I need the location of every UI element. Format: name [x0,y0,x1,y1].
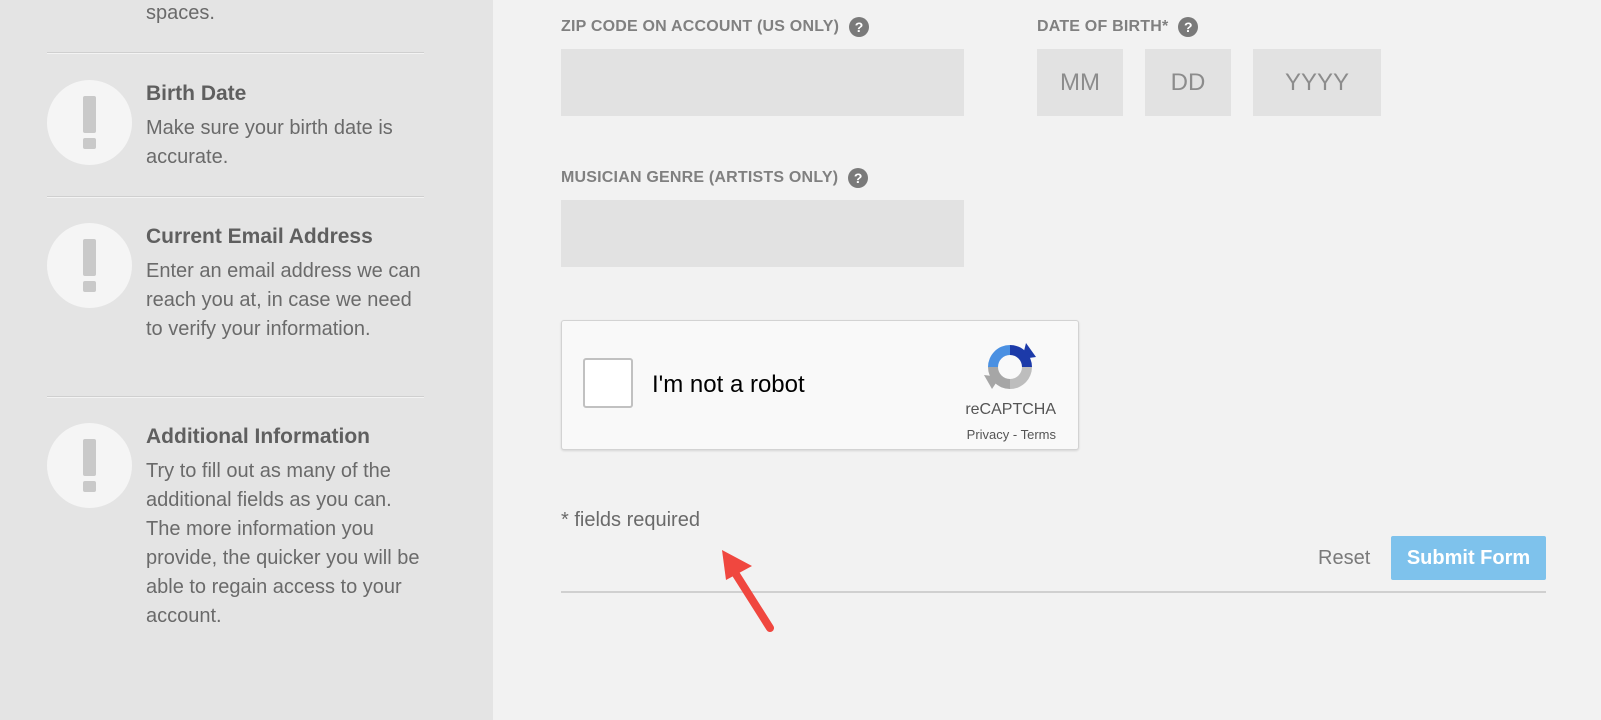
tip-body: Make sure your birth date is accurate. [146,117,393,168]
help-icon[interactable]: ? [849,17,870,37]
zip-label: ZIP CODE ON ACCOUNT (US ONLY) ? [561,17,870,37]
genre-label: MUSICIAN GENRE (ARTISTS ONLY) ? [561,168,869,188]
exclamation-icon [47,423,132,508]
dob-year-input[interactable] [1253,49,1381,116]
musician-genre-input[interactable] [561,200,964,267]
recaptcha-privacy-terms-link[interactable]: Privacy - Terms [967,427,1056,442]
annotation-arrow-icon [722,550,774,632]
recaptcha-checkbox[interactable] [583,358,633,408]
tip-divider [47,52,424,54]
tip-title: Current Email Address [146,225,373,248]
zip-code-input[interactable] [561,49,964,116]
dob-day-input[interactable] [1145,49,1231,116]
recaptcha-brand: reCAPTCHA [965,401,1056,418]
exclamation-icon [47,223,132,308]
recaptcha-logo-icon [984,343,1036,389]
tip-title: Birth Date [146,82,247,105]
help-icon[interactable]: ? [848,168,869,188]
tip-body: Enter an email address we can reach you … [146,260,421,340]
submit-form-button[interactable]: Submit Form [1391,536,1546,580]
dob-label: DATE OF BIRTH* ? [1037,17,1199,37]
tip-divider [47,196,424,198]
dob-month-input[interactable] [1037,49,1123,116]
reset-button[interactable]: Reset [1318,547,1370,570]
tip-body: Try to fill out as many of the additiona… [146,460,420,627]
help-icon[interactable]: ? [1178,17,1199,37]
exclamation-icon [47,80,132,165]
tip-title: Additional Information [146,425,370,448]
tip-divider [47,396,424,398]
recaptcha-label: I'm not a robot [652,371,805,398]
help-sidebar: spaces. Birth Date Make sure your birth … [0,0,493,720]
recaptcha-widget: I'm not a robot reCAPTCHA Privacy - Term… [561,320,1079,450]
required-fields-note: * fields required [561,509,700,531]
tip-text-continued: spaces. [146,2,215,24]
form-bottom-divider [561,591,1546,593]
